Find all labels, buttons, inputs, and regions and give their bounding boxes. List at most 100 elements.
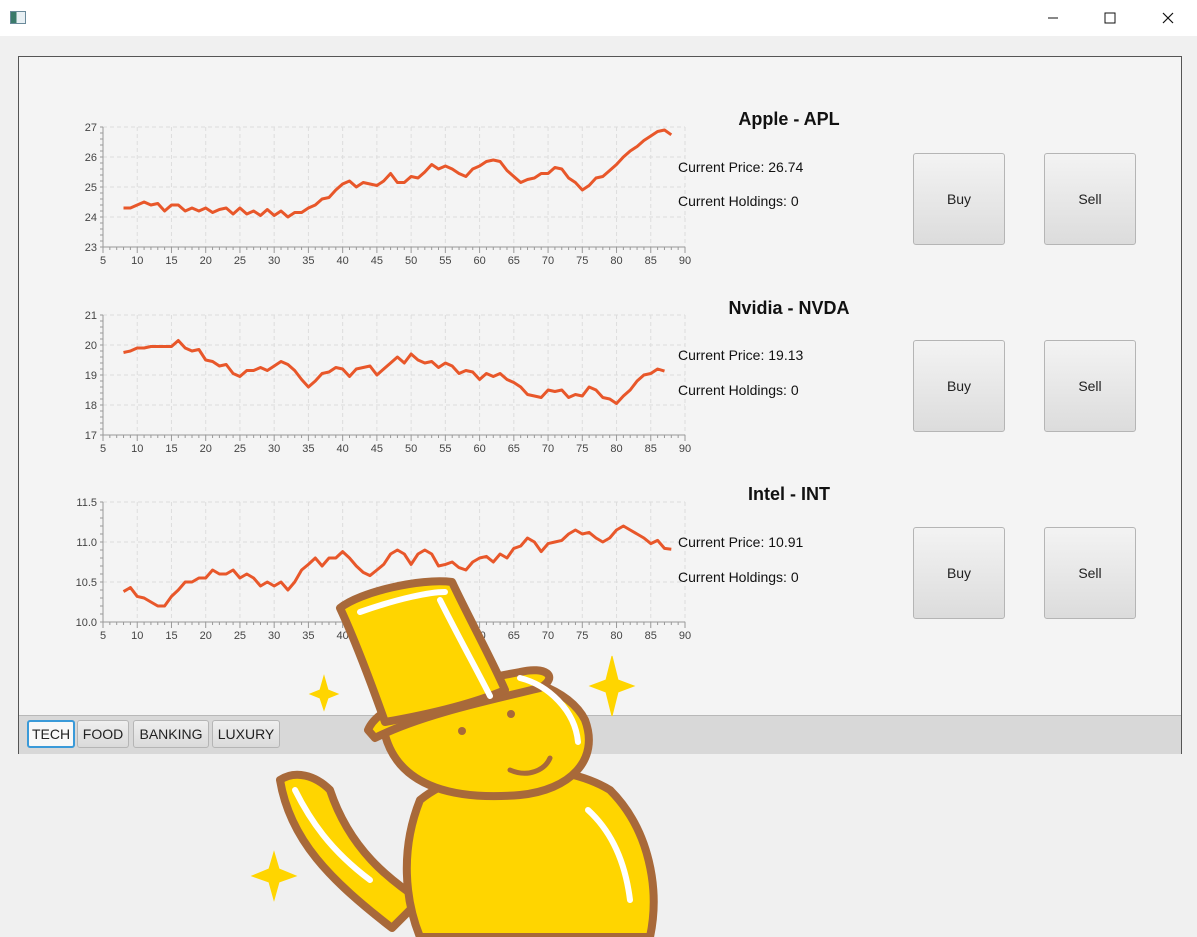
x-tick-label: 85 [645,630,657,642]
x-tick-label: 75 [576,255,588,267]
x-tick-label: 25 [234,255,246,267]
y-tick-label: 21 [85,310,97,322]
minimize-icon [1048,17,1058,19]
current-holdings: Current Holdings: 0 [678,382,799,398]
x-tick-label: 5 [100,255,106,267]
x-tick-label: 40 [337,443,349,455]
x-tick-label: 75 [576,630,588,642]
sell-button[interactable]: Sell [1044,153,1136,245]
current-price: Current Price: 10.91 [678,534,804,550]
x-tick-label: 15 [165,630,177,642]
y-tick-label: 18 [85,400,97,412]
title-bar [0,0,1197,36]
x-tick-label: 15 [165,255,177,267]
y-tick-label: 23 [85,242,97,254]
stock-title: Intel - INT [748,484,830,504]
buy-button[interactable]: Buy [913,340,1005,432]
x-tick-label: 65 [508,443,520,455]
tab-bar: TECH FOOD BANKING LUXURY [19,715,1181,754]
x-tick-label: 80 [610,443,622,455]
x-tick-label: 30 [268,443,280,455]
x-tick-label: 60 [473,443,485,455]
maximize-icon [1104,12,1116,24]
x-tick-label: 40 [337,255,349,267]
tab-banking[interactable]: BANKING [133,720,209,748]
x-tick-label: 50 [405,255,417,267]
tab-tech[interactable]: TECH [27,720,75,748]
y-tick-label: 19 [85,370,97,382]
x-tick-label: 65 [508,630,520,642]
x-tick-label: 75 [576,443,588,455]
stock-title: Nvidia - NVDA [728,298,850,318]
y-tick-label: 27 [85,122,97,134]
x-tick-label: 90 [679,630,691,642]
stock-title: Apple - APL [738,109,840,129]
x-tick-label: 10 [131,255,143,267]
x-tick-label: 5 [100,630,106,642]
y-tick-label: 25 [85,182,97,194]
current-holdings: Current Holdings: 0 [678,569,799,585]
x-tick-label: 10 [131,443,143,455]
current-price: Current Price: 19.13 [678,347,804,363]
maximize-button[interactable] [1087,0,1133,36]
x-tick-label: 50 [405,630,417,642]
tab-food[interactable]: FOOD [77,720,129,748]
y-tick-label: 11.5 [76,497,97,509]
x-tick-label: 35 [302,443,314,455]
nvidia-price-chart: 5 10 15 20 25 30 35 40 45 50 55 60 65 70 75 80 85 90 17 18 1… [75,295,695,475]
x-tick-label: 70 [542,630,554,642]
x-tick-label: 25 [234,443,246,455]
x-tick-label: 65 [508,255,520,267]
y-tick-label: 10.5 [76,577,97,589]
x-tick-label: 80 [610,255,622,267]
y-tick-label: 24 [85,212,97,224]
x-tick-label: 90 [679,443,691,455]
x-tick-label: 20 [200,443,212,455]
sell-button[interactable]: Sell [1044,340,1136,432]
tab-luxury[interactable]: LUXURY [212,720,280,748]
buy-button[interactable]: Buy [913,153,1005,245]
x-tick-label: 80 [610,630,622,642]
price-line [123,339,665,405]
y-tick-label: 26 [85,152,97,164]
app-icon [10,11,26,24]
x-tick-label: 40 [337,630,349,642]
x-tick-label: 70 [542,255,554,267]
y-tick-label: 11.0 [76,537,97,549]
close-button[interactable] [1145,0,1191,36]
x-tick-label: 60 [473,255,485,267]
x-tick-label: 55 [439,443,451,455]
x-tick-label: 10 [131,630,143,642]
x-tick-label: 30 [268,255,280,267]
x-tick-label: 45 [371,443,383,455]
x-tick-label: 60 [473,630,485,642]
x-tick-label: 70 [542,443,554,455]
x-tick-label: 85 [645,255,657,267]
x-tick-label: 30 [268,630,280,642]
y-tick-label: 10.0 [76,617,97,629]
x-tick-label: 85 [645,443,657,455]
sell-button[interactable]: Sell [1044,527,1136,619]
minimize-button[interactable] [1030,0,1076,36]
x-tick-label: 45 [371,630,383,642]
current-price: Current Price: 26.74 [678,159,804,175]
intel-price-chart: 5 10 15 20 25 30 35 40 45 50 55 60 65 70 75 80 85 90 10.0 1… [75,482,695,662]
x-tick-label: 50 [405,443,417,455]
x-tick-label: 35 [302,255,314,267]
x-tick-label: 55 [439,630,451,642]
y-tick-label: 17 [85,430,97,442]
x-tick-label: 25 [234,630,246,642]
apple-price-chart: 5 10 15 20 25 30 35 40 45 50 55 60 65 70 75 80 85 90 23 24 2… [75,107,695,287]
tab-content-panel: 5 10 15 20 25 30 35 40 45 50 55 60 65 70 75 80 85 90 23 24 2… [18,56,1182,754]
x-tick-label: 55 [439,255,451,267]
x-tick-label: 45 [371,255,383,267]
x-tick-label: 15 [165,443,177,455]
x-tick-label: 35 [302,630,314,642]
x-tick-label: 90 [679,255,691,267]
y-tick-label: 20 [85,340,97,352]
current-holdings: Current Holdings: 0 [678,193,799,209]
buy-button[interactable]: Buy [913,527,1005,619]
close-icon [1162,12,1174,24]
x-tick-label: 20 [200,255,212,267]
x-tick-label: 5 [100,443,106,455]
